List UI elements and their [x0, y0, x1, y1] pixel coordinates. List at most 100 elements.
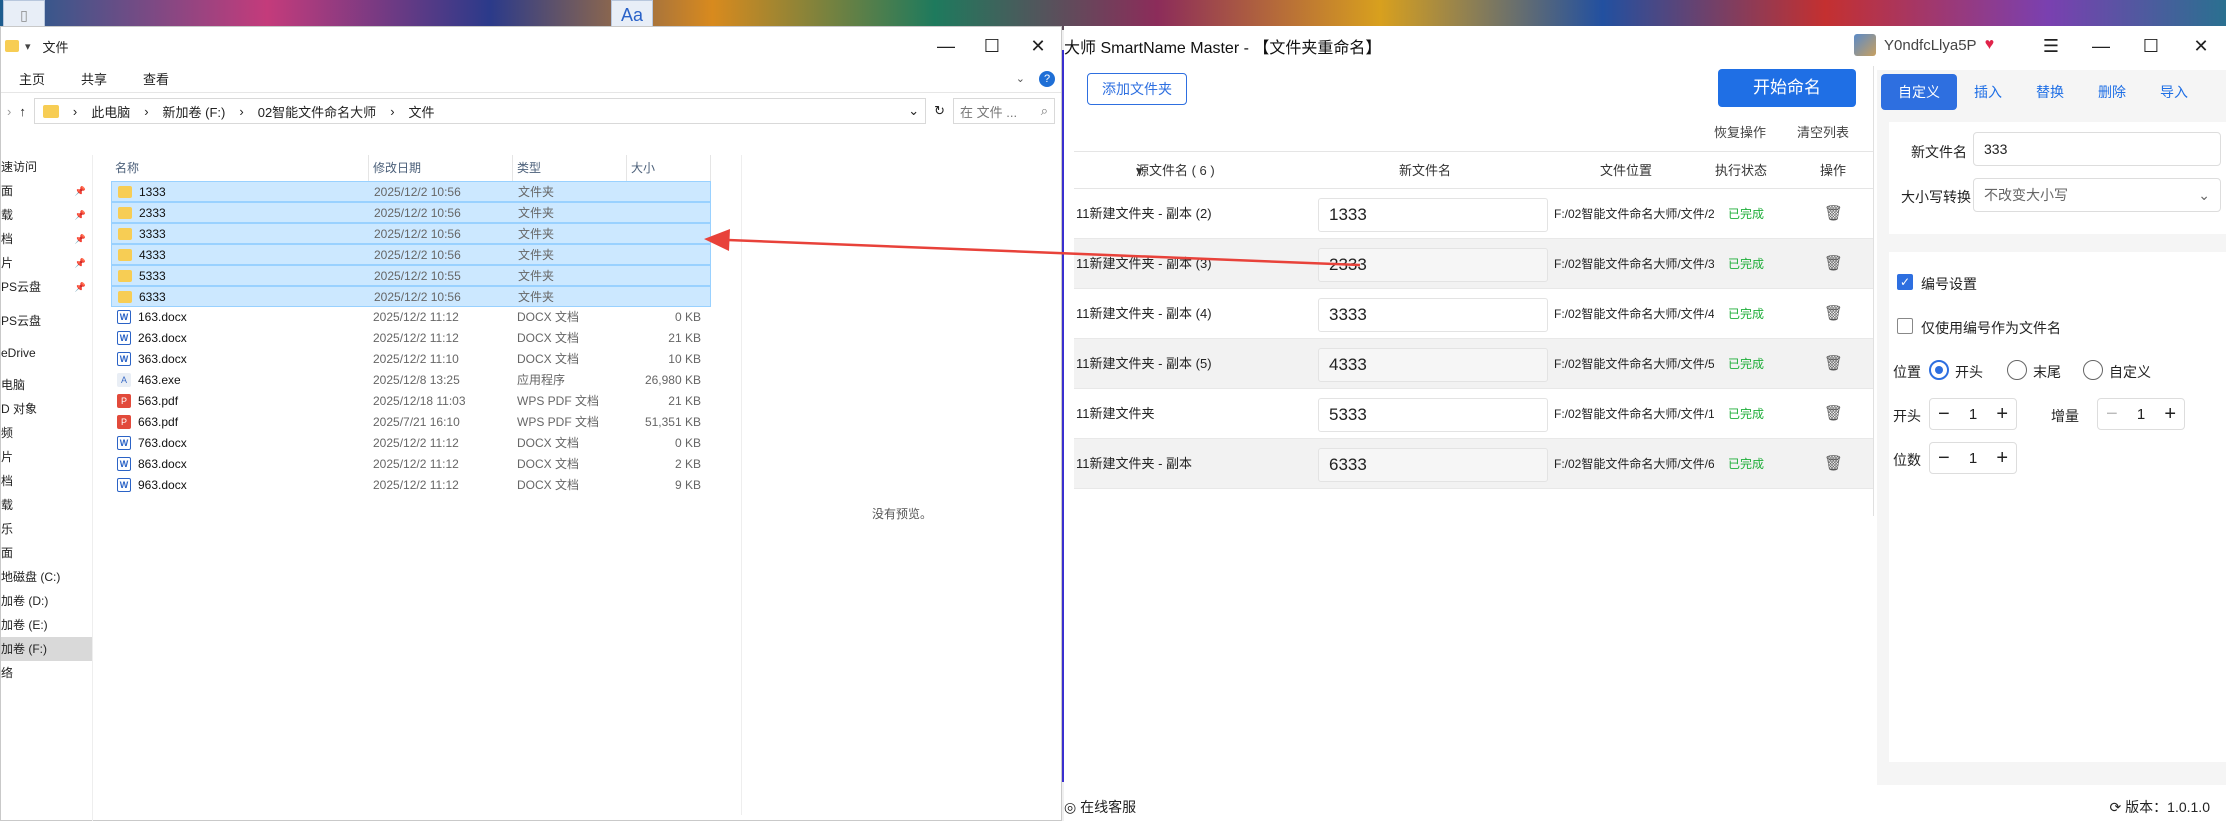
back-icon[interactable]: › [7, 104, 11, 119]
address-bar[interactable]: › 此电脑 › 新加卷 (F:) › 02智能文件命名大师 › 文件 ⌄ [33, 98, 927, 124]
file-row[interactable]: W 763.docx 2025/12/2 11:12 DOCX 文档 0 KB [111, 433, 711, 454]
digits-stepper[interactable]: − 1 + [1929, 442, 2017, 474]
only-number-checkbox[interactable] [1897, 318, 1913, 334]
position-custom-radio[interactable] [2083, 360, 2103, 380]
column-date[interactable]: 修改日期 [369, 155, 513, 181]
numbering-checkbox[interactable]: ✓ [1897, 274, 1913, 290]
column-type[interactable]: 类型 [513, 155, 627, 181]
plus-icon[interactable]: + [2164, 403, 2176, 426]
nav-item[interactable]: PS云盘 📌 [1, 275, 92, 299]
new-name-cell-input[interactable]: 6333 [1318, 448, 1548, 482]
minus-icon[interactable]: − [1938, 447, 1950, 470]
trash-icon[interactable]: 🗑 [1824, 389, 1843, 439]
nav-item[interactable]: 加卷 (D:) [1, 589, 92, 613]
minus-icon[interactable]: − [2106, 403, 2118, 426]
minimize-icon[interactable]: — [2076, 26, 2126, 66]
file-row[interactable]: 3333 2025/12/2 10:56 文件夹 [111, 223, 711, 244]
new-name-cell-input[interactable]: 5333 [1318, 398, 1548, 432]
file-row[interactable]: P 563.pdf 2025/12/18 11:03 WPS PDF 文档 21 KB [111, 391, 711, 412]
plus-icon[interactable]: + [1996, 403, 2008, 426]
trash-icon[interactable]: 🗑 [1824, 439, 1843, 489]
breadcrumb-item[interactable]: 02智能文件命名大师 [258, 102, 376, 121]
file-row[interactable]: 2333 2025/12/2 10:56 文件夹 [111, 202, 711, 223]
new-name-cell-input[interactable]: 2333 [1318, 248, 1548, 282]
breadcrumb-item[interactable]: 此电脑 [91, 102, 130, 121]
position-end-radio[interactable] [2007, 360, 2027, 380]
nav-item[interactable]: 面 📌 [1, 179, 92, 203]
nav-item[interactable]: eDrive [1, 341, 92, 365]
nav-item[interactable]: 面 [1, 541, 92, 565]
tab-custom[interactable]: 自定义 [1881, 74, 1957, 110]
nav-item[interactable]: 片 [1, 445, 92, 469]
start-rename-button[interactable]: 开始命名 [1718, 69, 1856, 107]
file-row[interactable]: 6333 2025/12/2 10:56 文件夹 [111, 286, 711, 307]
nav-item[interactable]: 地磁盘 (C:) [1, 565, 92, 589]
new-name-cell-input[interactable]: 3333 [1318, 298, 1548, 332]
minus-icon[interactable]: − [1938, 403, 1950, 426]
file-row[interactable]: 5333 2025/12/2 10:55 文件夹 [111, 265, 711, 286]
file-row[interactable]: A 463.exe 2025/12/8 13:25 应用程序 26,980 KB [111, 370, 711, 391]
new-name-cell-input[interactable]: 4333 [1318, 348, 1548, 382]
maximize-icon[interactable]: ☐ [2126, 26, 2176, 66]
new-name-cell-input[interactable]: 1333 [1318, 198, 1548, 232]
nav-item[interactable]: 片 📌 [1, 251, 92, 275]
tab-home[interactable]: 主页 [1, 69, 63, 88]
ribbon-expand-icon[interactable]: ⌄ [1016, 72, 1025, 85]
plus-icon[interactable]: + [1996, 447, 2008, 470]
nav-item[interactable]: 频 [1, 421, 92, 445]
nav-item[interactable]: 加卷 (F:) [1, 637, 92, 661]
trash-icon[interactable]: 🗑 [1824, 289, 1843, 339]
restore-button[interactable]: 恢复操作 [1714, 122, 1766, 141]
tab-insert[interactable]: 插入 [1957, 74, 2019, 110]
file-row[interactable]: P 663.pdf 2025/7/21 16:10 WPS PDF 文档 51,351 … [111, 412, 711, 433]
nav-item[interactable]: 电脑 [1, 373, 92, 397]
nav-item[interactable]: 加卷 (E:) [1, 613, 92, 637]
file-row[interactable]: W 263.docx 2025/12/2 11:12 DOCX 文档 21 KB [111, 328, 711, 349]
case-select[interactable]: 不改变大小写 ⌄ [1973, 178, 2221, 212]
online-service-link[interactable]: ◎ 在线客服 [1064, 797, 1136, 817]
maximize-icon[interactable]: ☐ [969, 36, 1015, 57]
breadcrumb-item[interactable]: 新加卷 (F:) [163, 102, 226, 121]
close-icon[interactable]: ✕ [1015, 36, 1061, 57]
up-icon[interactable]: ↑ [19, 104, 26, 119]
address-dropdown-icon[interactable]: ⌄ [908, 103, 919, 119]
column-size[interactable]: 大小 [627, 155, 711, 181]
user-info[interactable]: Y0ndfcLlya5P ♥ [1854, 34, 1994, 56]
tab-view[interactable]: 查看 [125, 69, 187, 88]
nav-item[interactable]: 速访问 [1, 155, 92, 179]
position-start-radio[interactable] [1929, 360, 1949, 380]
new-name-input[interactable]: 333 [1973, 132, 2221, 166]
file-row[interactable]: W 963.docx 2025/12/2 11:12 DOCX 文档 9 KB [111, 475, 711, 496]
trash-icon[interactable]: 🗑 [1824, 189, 1843, 239]
nav-item[interactable]: 档 📌 [1, 227, 92, 251]
nav-item[interactable]: 档 [1, 469, 92, 493]
nav-item[interactable]: PS云盘 [1, 309, 92, 333]
nav-item[interactable]: D 对象 [1, 397, 92, 421]
breadcrumb-item[interactable]: 文件 [409, 102, 435, 121]
file-row[interactable]: W 163.docx 2025/12/2 11:12 DOCX 文档 0 KB [111, 307, 711, 328]
nav-item[interactable]: 载 [1, 493, 92, 517]
nav-item[interactable]: 载 📌 [1, 203, 92, 227]
refresh-icon[interactable]: ↻ [934, 103, 945, 119]
quick-access-dropdown-icon[interactable]: ▾ [25, 40, 31, 53]
trash-icon[interactable]: 🗑 [1824, 239, 1843, 289]
file-row[interactable]: 4333 2025/12/2 10:56 文件夹 [111, 244, 711, 265]
tab-share[interactable]: 共享 [63, 69, 125, 88]
file-row[interactable]: W 363.docx 2025/12/2 11:10 DOCX 文档 10 KB [111, 349, 711, 370]
nav-item[interactable]: 络 [1, 661, 92, 685]
menu-icon[interactable]: ☰ [2026, 26, 2076, 66]
tab-replace[interactable]: 替换 [2019, 74, 2081, 110]
start-stepper[interactable]: − 1 + [1929, 398, 2017, 430]
search-input[interactable]: 在 文件 ... ⌕ [953, 98, 1055, 124]
increment-stepper[interactable]: − 1 + [2097, 398, 2185, 430]
close-icon[interactable]: ✕ [2176, 26, 2226, 66]
add-folder-button[interactable]: 添加文件夹 [1087, 73, 1187, 105]
clear-list-button[interactable]: 清空列表 [1797, 122, 1849, 141]
file-row[interactable]: 1333 2025/12/2 10:56 文件夹 [111, 181, 711, 202]
file-row[interactable]: W 863.docx 2025/12/2 11:12 DOCX 文档 2 KB [111, 454, 711, 475]
help-icon[interactable]: ? [1039, 70, 1055, 87]
tab-import[interactable]: 导入 [2143, 74, 2205, 110]
nav-item[interactable]: 乐 [1, 517, 92, 541]
tab-delete[interactable]: 删除 [2081, 74, 2143, 110]
trash-icon[interactable]: 🗑 [1824, 339, 1843, 389]
